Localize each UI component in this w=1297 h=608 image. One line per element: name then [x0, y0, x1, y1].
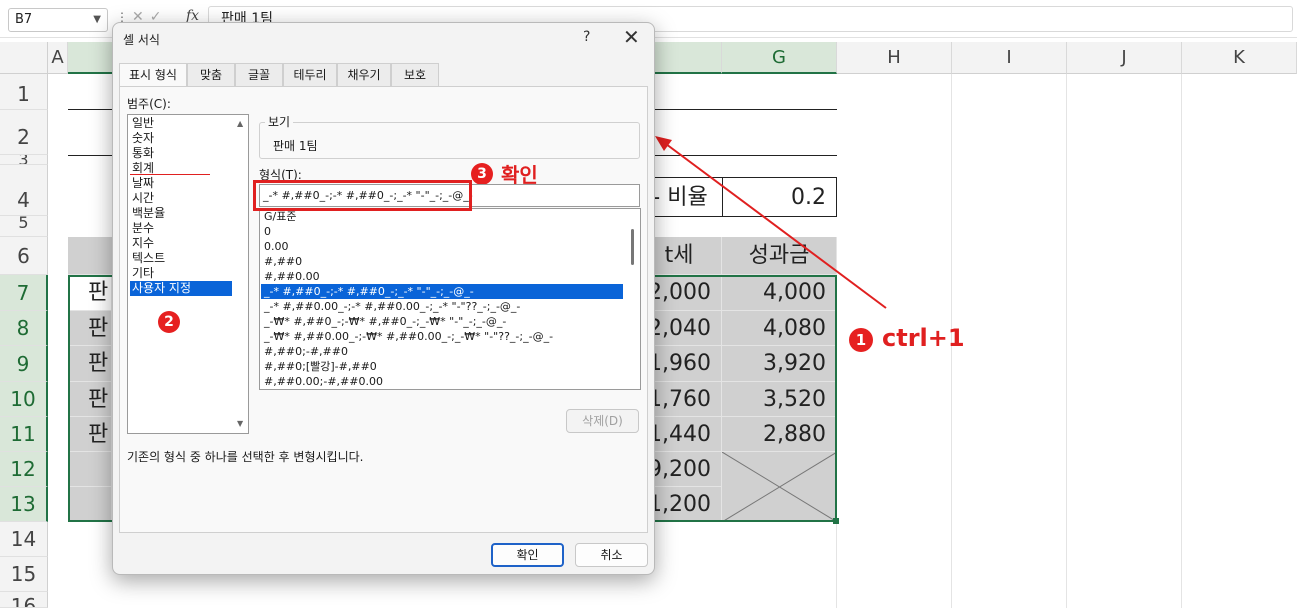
- ok-button[interactable]: 확인: [491, 543, 564, 567]
- category-item[interactable]: 기타: [130, 266, 232, 281]
- category-item[interactable]: 분수: [130, 221, 232, 236]
- format-item[interactable]: _-* #,##0.00_-;-* #,##0.00_-;_-* "-"??_-…: [261, 299, 623, 314]
- help-icon[interactable]: ?: [583, 29, 590, 45]
- format-cells-dialog: 셀 서식 ? ✕ 표시 형식 맞춤 글꼴 테두리 채우기 보호 범주(C): 일…: [112, 22, 655, 575]
- format-scrollbar[interactable]: [626, 209, 640, 389]
- format-item[interactable]: #,##0.00;-#,##0.00: [261, 374, 623, 389]
- format-item[interactable]: #,##0.00: [261, 269, 623, 284]
- format-item[interactable]: G/표준: [261, 209, 623, 224]
- annotation-underline: [130, 174, 210, 175]
- format-item[interactable]: #,##0;[빨강]-#,##0: [261, 359, 623, 374]
- format-item[interactable]: _-₩* #,##0.00_-;-₩* #,##0.00_-;_-₩* "-"?…: [261, 329, 623, 344]
- format-item-selected[interactable]: _-* #,##0_-;-* #,##0_-;_-* "-"_-;_-@_-: [261, 284, 623, 299]
- dialog-title: 셀 서식: [123, 33, 160, 47]
- format-item[interactable]: 0.00: [261, 239, 623, 254]
- category-item[interactable]: 시간: [130, 191, 232, 206]
- step1-text: ctrl+1: [882, 324, 965, 352]
- close-icon[interactable]: ✕: [623, 25, 640, 49]
- tab-alignment[interactable]: 맞춤: [187, 63, 235, 87]
- delete-button[interactable]: 삭제(D): [566, 409, 639, 433]
- category-item[interactable]: 백분율: [130, 206, 232, 221]
- category-item-custom[interactable]: 사용자 지정: [130, 281, 232, 296]
- annotation-highlight-box: [253, 180, 472, 211]
- category-label: 범주(C):: [127, 97, 171, 111]
- format-item[interactable]: #,##0: [261, 254, 623, 269]
- cancel-button[interactable]: 취소: [575, 543, 648, 567]
- format-item[interactable]: #,##0;-#,##0: [261, 344, 623, 359]
- scroll-down-icon[interactable]: ▼: [237, 419, 243, 428]
- category-item[interactable]: 일반: [130, 116, 232, 131]
- category-list[interactable]: 일반 숫자 통화 회계 날짜 시간 백분율 분수 지수 텍스트 기타 사용자 지…: [127, 114, 249, 434]
- tab-protection[interactable]: 보호: [391, 63, 439, 87]
- tab-number-format[interactable]: 표시 형식: [119, 63, 187, 88]
- category-item[interactable]: 날짜: [130, 176, 232, 191]
- tab-fill[interactable]: 채우기: [337, 63, 391, 87]
- step3-badge: 3: [471, 163, 493, 185]
- format-description: 기존의 형식 중 하나를 선택한 후 변형시킵니다.: [127, 450, 364, 464]
- format-item[interactable]: 0: [261, 224, 623, 239]
- tab-border[interactable]: 테두리: [283, 63, 337, 87]
- preview-value: 판매 1팀: [273, 139, 318, 153]
- tab-font[interactable]: 글꼴: [235, 63, 283, 87]
- category-item[interactable]: 지수: [130, 236, 232, 251]
- scroll-thumb[interactable]: [631, 229, 634, 265]
- format-item[interactable]: _-₩* #,##0_-;-₩* #,##0_-;_-₩* "-"_-;_-@_…: [261, 314, 623, 329]
- scroll-up-icon[interactable]: ▲: [237, 119, 243, 128]
- step2-badge: 2: [158, 311, 180, 333]
- step1-badge: 1: [849, 328, 873, 352]
- category-item[interactable]: 텍스트: [130, 251, 232, 266]
- category-item[interactable]: 통화: [130, 146, 232, 161]
- category-item[interactable]: 숫자: [130, 131, 232, 146]
- format-list[interactable]: G/표준 0 0.00 #,##0 #,##0.00 _-* #,##0_-;-…: [259, 208, 641, 390]
- preview-label: 보기: [265, 113, 294, 130]
- category-scrollbar[interactable]: ▲ ▼: [235, 115, 248, 433]
